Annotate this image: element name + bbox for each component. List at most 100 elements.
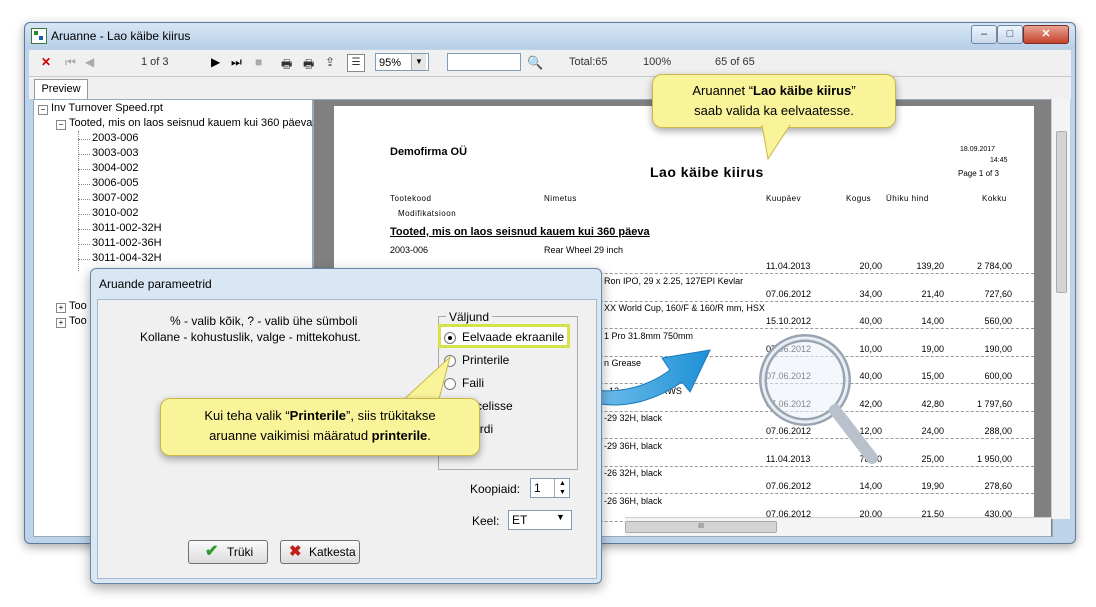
tree-item[interactable]: 2003-006: [92, 132, 139, 144]
export-icon[interactable]: ⇪: [325, 55, 335, 69]
expand-icon[interactable]: +: [56, 318, 66, 328]
expand-icon[interactable]: +: [56, 303, 66, 313]
group-tree-icon[interactable]: ☰: [347, 54, 365, 72]
tree-collapsed-2[interactable]: Too: [69, 315, 87, 327]
company-name: Demofirma OÜ: [390, 146, 468, 158]
tab-preview[interactable]: Preview: [34, 79, 88, 100]
report-title: Lao käibe kiirus: [650, 164, 764, 180]
chevron-down-icon[interactable]: ▼: [556, 512, 565, 522]
callout-bottom-pre: Kui teha valik “: [204, 408, 290, 423]
prev-page-icon[interactable]: ◀: [85, 55, 94, 69]
report-time: 14:45: [990, 157, 1008, 164]
col-code: Tootekood: [390, 194, 432, 203]
scroll-thumb[interactable]: III: [625, 521, 777, 533]
close-icon: ✖: [289, 543, 302, 560]
tree-item[interactable]: 3011-004-32H: [92, 252, 162, 264]
tree-item[interactable]: 3007-002: [92, 192, 139, 204]
tree-group[interactable]: Tooted, mis on laos seisnud kauem kui 36…: [69, 117, 312, 129]
callout-top-bold: Lao käibe kiirus: [753, 83, 852, 98]
first-page-icon[interactable]: ⏮: [65, 55, 76, 70]
tree-item[interactable]: 3011-002-32H: [92, 222, 162, 234]
row-total: 190,00: [984, 343, 1012, 354]
cancel-button[interactable]: ✖ Katkesta: [280, 540, 360, 564]
row-total: 600,00: [984, 371, 1012, 381]
tree-branch-line: [78, 259, 90, 260]
last-page-icon[interactable]: ⏭: [231, 55, 242, 70]
row-total: 278,60: [984, 481, 1012, 491]
collapse-icon[interactable]: −: [38, 105, 48, 115]
close-button[interactable]: ✕: [1023, 25, 1069, 44]
maximize-button[interactable]: □: [997, 25, 1023, 44]
chevron-down-icon[interactable]: ▼: [411, 54, 426, 70]
minimize-button[interactable]: –: [971, 25, 997, 44]
row-total: 1 797,60: [976, 398, 1012, 409]
row-name: Ron IPO, 29 x 2.25, 127EPI Kevlar: [604, 275, 744, 286]
search-input[interactable]: [447, 53, 521, 71]
tree-item[interactable]: 3006-005: [92, 177, 139, 189]
print-setup-icon[interactable]: 🖶: [303, 55, 314, 76]
row-name: -26 36H, black: [604, 495, 663, 506]
output-group-title: Väljund: [446, 310, 493, 324]
report-group-title: Tooted, mis on laos seisnud kauem kui 36…: [390, 226, 650, 238]
checkmark-icon: ✔: [205, 543, 219, 560]
row-unit-price: 14,00: [921, 316, 944, 326]
first-name: Rear Wheel 29 inch: [544, 245, 624, 255]
tree-item[interactable]: 3003-003: [92, 147, 139, 159]
col-total: Kokku: [982, 194, 1007, 203]
col-name: Nimetus: [544, 194, 577, 203]
col-date: Kuupäev: [766, 194, 802, 203]
row-total: 1 950,00: [976, 453, 1012, 464]
print-icon[interactable]: 🖶: [281, 55, 292, 76]
binoculars-icon[interactable]: 🔍: [527, 55, 543, 71]
stop-icon[interactable]: ✕: [41, 55, 51, 69]
tree-branch-line: [78, 199, 90, 200]
next-page-icon[interactable]: ▶: [211, 55, 220, 69]
zoom-percent: 100%: [643, 56, 672, 68]
total-count: Total:65: [569, 56, 608, 68]
row-total: 288,00: [984, 426, 1012, 436]
tree-root[interactable]: Inv Turnover Speed.rpt: [51, 102, 163, 114]
row-date: 07.06.2012: [766, 481, 812, 491]
tree-branch-line: [78, 214, 90, 215]
stepper-arrows-icon[interactable]: ▲ ▼: [554, 479, 570, 497]
tree-item[interactable]: 3004-002: [92, 162, 139, 174]
tree-branch-line: [78, 169, 90, 170]
row-total: 560,00: [984, 316, 1012, 326]
callout-top-line2: saab valida ka eelvaatesse.: [694, 103, 854, 118]
row-unit-price: 42,80: [921, 398, 944, 409]
title-bar[interactable]: Aruanne - Lao käibe kiirus – □ ✕: [25, 23, 1075, 49]
tree-collapsed-1[interactable]: Too: [69, 300, 87, 312]
option-label[interactable]: Eelvaade ekraanile: [462, 330, 564, 344]
callout-printer: Kui teha valik “Printerile”, siis trükit…: [160, 398, 480, 456]
window-title: Aruanne - Lao käibe kiirus: [51, 29, 191, 43]
row-date: 11.04.2013: [766, 261, 811, 271]
toolbar: ✕ ⏮ ◀ 1 of 3 ▶ ⏭ ■ 🖶 🖶 ⇪ ☰ 95% ▼ 🔍 Total…: [29, 50, 1071, 77]
tree-branch-line: [78, 244, 90, 245]
magnifier-icon: [759, 334, 878, 464]
scroll-thumb[interactable]: [1056, 131, 1067, 293]
callout-bottom-line2-bold: printerile: [371, 428, 428, 443]
callout-bottom-post: ”, siis trükitakse: [346, 408, 436, 423]
vertical-scrollbar[interactable]: [1051, 99, 1070, 519]
callout-top-post: ”: [851, 83, 856, 98]
first-code: 2003-006: [390, 245, 429, 255]
print-button[interactable]: ✔ Trüki: [188, 540, 268, 564]
row-unit-price: 15,00: [921, 371, 944, 381]
option-label[interactable]: Printerile: [462, 353, 509, 367]
row-unit-price: 19,00: [921, 343, 944, 354]
radio-selected[interactable]: [444, 332, 456, 344]
collapse-icon[interactable]: −: [56, 120, 66, 130]
record-count: 65 of 65: [715, 56, 755, 68]
callout-top-tail: [761, 125, 791, 161]
tree-item[interactable]: 3010-002: [92, 207, 139, 219]
hint-wildcard: % - valib kõik, ? - valib ühe sümboli: [170, 314, 358, 328]
page-indicator: 1 of 3: [141, 56, 169, 68]
row-unit-price: 21,40: [921, 288, 944, 299]
horizontal-scrollbar[interactable]: III: [625, 517, 1051, 536]
tab-bar: Preview: [29, 77, 1071, 100]
callout-top-pre: Aruannet “: [692, 83, 754, 98]
option-label[interactable]: Faili: [462, 376, 484, 390]
print-button-label: Trüki: [227, 545, 254, 559]
tree-item[interactable]: 3011-002-36H: [92, 237, 162, 249]
stop-square-icon[interactable]: ■: [255, 55, 262, 69]
